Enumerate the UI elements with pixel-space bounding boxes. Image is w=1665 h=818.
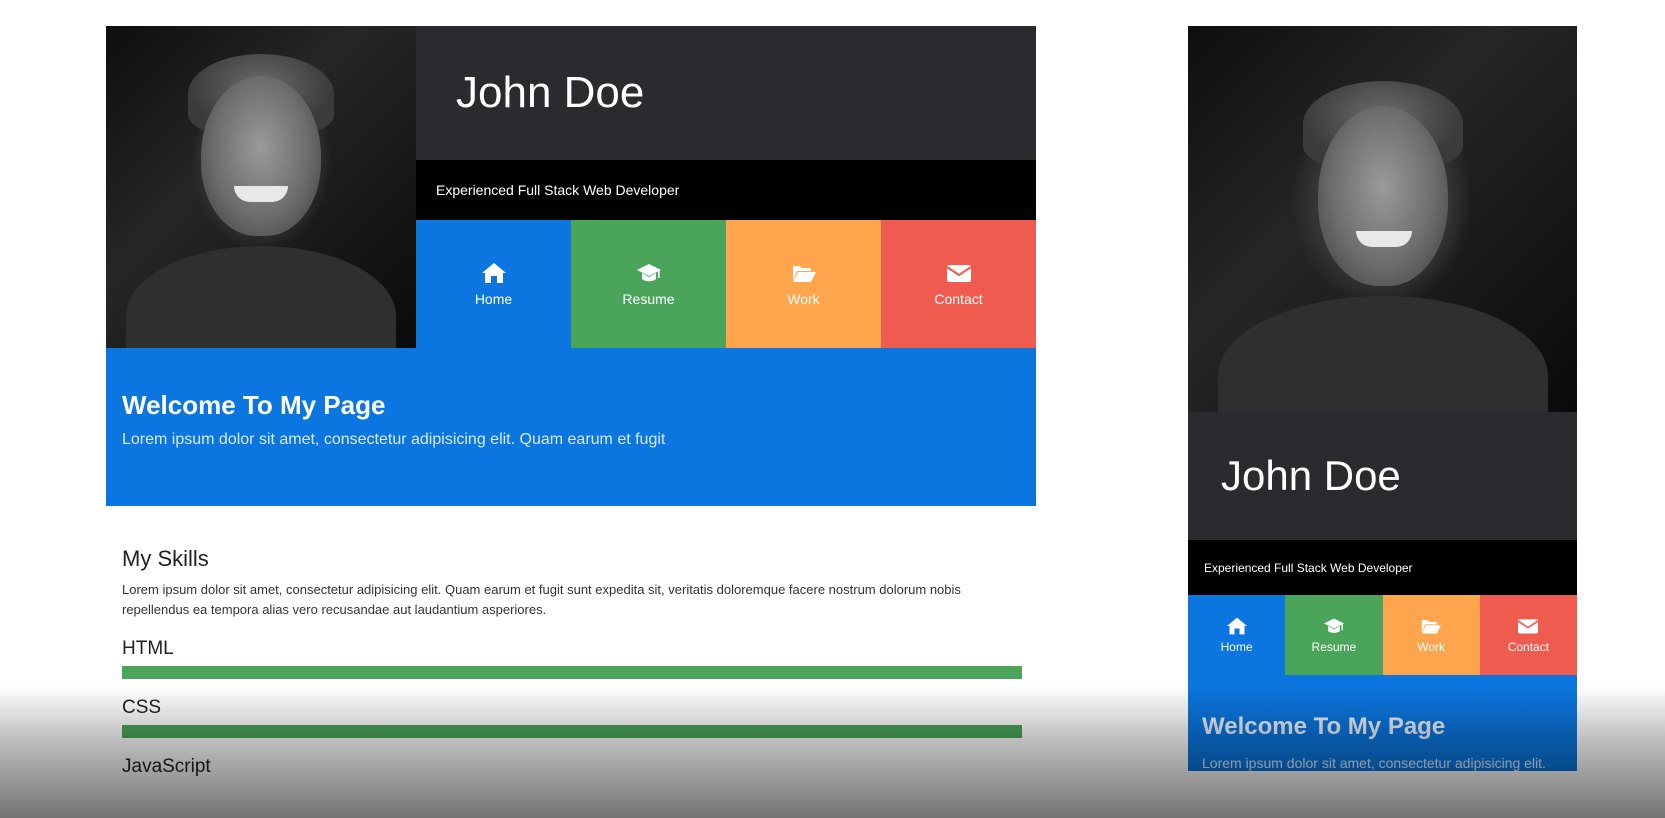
mobile-welcome-section: Welcome To My Page Lorem ipsum dolor sit… [1188,675,1577,771]
mobile-nav: Home Resume Work Contact [1188,595,1577,675]
home-icon [481,263,506,283]
mobile-nav-resume[interactable]: Resume [1285,595,1383,675]
skill-bar-fill [122,666,1022,679]
desktop-view: John Doe Experienced Full Stack Web Deve… [106,26,1036,784]
mobile-view: John Doe Experienced Full Stack Web Deve… [1188,26,1577,772]
mobile-welcome-title: Welcome To My Page [1202,713,1446,740]
skills-section: My Skills Lorem ipsum dolor sit amet, co… [106,506,1036,778]
photo-face [201,76,321,236]
skill-name: CSS [122,697,162,718]
photo-smile [1356,231,1412,247]
nav-work-label: Work [787,291,820,307]
profile-name: John Doe [416,26,1036,160]
skill-name: JavaScript [122,756,211,777]
nav-home[interactable]: Home [416,220,571,348]
nav-contact-label: Contact [934,291,983,307]
graduation-cap-icon [636,264,661,282]
mobile-nav-contact-label: Contact [1507,640,1550,654]
skills-description: Lorem ipsum dolor sit amet, consectetur … [122,582,961,617]
welcome-text: Lorem ipsum dolor sit amet, consectetur … [122,431,666,448]
main-nav: Home Resume Work Contact [416,220,1036,348]
mobile-welcome-text: Lorem ipsum dolor sit amet, consectetur … [1202,755,1546,771]
envelope-icon [1517,619,1539,634]
skill-bar [122,666,1022,679]
skill-css: CSS [122,697,1022,738]
mobile-profile-tagline: Experienced Full Stack Web Developer [1188,540,1577,595]
skill-html: HTML [122,638,1022,679]
profile-info: John Doe Experienced Full Stack Web Deve… [416,26,1036,348]
welcome-section: Welcome To My Page Lorem ipsum dolor sit… [106,348,1036,506]
nav-contact[interactable]: Contact [881,220,1036,348]
graduation-cap-icon [1323,618,1344,633]
mobile-profile-name: John Doe [1188,412,1577,540]
envelope-icon [945,265,972,282]
header-section: John Doe Experienced Full Stack Web Deve… [106,26,1036,348]
mobile-nav-work[interactable]: Work [1382,595,1480,675]
mobile-profile-photo [1188,26,1577,412]
photo-face [1318,106,1448,286]
nav-work[interactable]: Work [726,220,881,348]
nav-home-label: Home [474,291,513,307]
profile-tagline: Experienced Full Stack Web Developer [416,160,1036,220]
nav-resume-label: Resume [622,291,675,307]
mobile-nav-work-label: Work [1417,640,1446,654]
nav-resume[interactable]: Resume [571,220,726,348]
home-icon [1226,617,1247,635]
photo-shoulders [1218,296,1548,412]
skill-bar-fill [122,725,1022,738]
mobile-nav-contact[interactable]: Contact [1479,595,1577,675]
mobile-nav-home[interactable]: Home [1188,595,1286,675]
photo-smile [234,186,288,202]
mobile-nav-home-label: Home [1220,640,1253,654]
skill-bar [122,725,1022,738]
mobile-nav-resume-label: Resume [1311,640,1357,654]
folder-open-icon [1421,620,1442,634]
skill-javascript: JavaScript [122,756,1022,778]
profile-photo [106,26,416,348]
skill-name: HTML [122,638,174,659]
photo-shoulders [126,246,396,348]
folder-open-icon [792,266,816,282]
welcome-title: Welcome To My Page [122,390,386,420]
skills-title: My Skills [122,546,209,571]
